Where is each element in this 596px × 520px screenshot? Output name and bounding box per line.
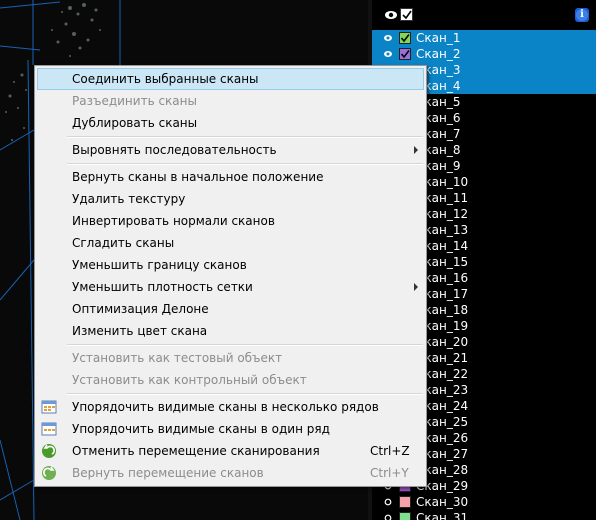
menu-item[interactable]: Уменьшить плотность сетки	[37, 276, 424, 298]
menu-item: Установить как контрольный объект	[37, 369, 424, 391]
select-all-checkbox[interactable]	[400, 8, 413, 21]
menu-item[interactable]: Оптимизация Делоне	[37, 298, 424, 320]
menu-item[interactable]: Вернуть сканы в начальное положение	[37, 166, 424, 188]
menu-item[interactable]: Уменьшить границу сканов	[37, 254, 424, 276]
menu-item[interactable]: Сгладить сканы	[37, 232, 424, 254]
menu-item[interactable]: Отменить перемещение сканирования Ctrl+Z	[37, 440, 424, 462]
scan-label: Скан_31	[416, 511, 469, 520]
scan-color-swatch[interactable]	[399, 496, 411, 508]
scan-label: Скан_30	[416, 495, 469, 509]
menu-item[interactable]: Соединить выбранные сканы	[37, 68, 424, 90]
menu-item: Установить как тестовый объект	[37, 347, 424, 369]
scan-label: Скан_1	[416, 31, 461, 45]
hidden-eye-icon[interactable]	[384, 514, 392, 520]
checkbox-checked-icon	[402, 10, 412, 20]
menu-item-label: Вернуть перемещение сканов	[72, 466, 264, 480]
scan-color-swatch[interactable]	[399, 512, 411, 520]
menu-item-label: Дублировать сканы	[72, 116, 198, 130]
menu-item-label: Уменьшить плотность сетки	[72, 280, 253, 294]
row-arrange-icon	[41, 422, 57, 436]
menu-item[interactable]: Дублировать сканы	[37, 112, 424, 134]
menu-item-label: Вернуть сканы в начальное положение	[72, 170, 324, 184]
menu-item: Вернуть перемещение сканов Ctrl+Y	[37, 462, 424, 484]
menu-item-label: Уменьшить границу сканов	[72, 258, 247, 272]
menu-item[interactable]: Инвертировать нормали сканов	[37, 210, 424, 232]
menu-item-shortcut: Ctrl+Y	[370, 466, 409, 480]
menu-item[interactable]: Выровнять последовательность	[37, 139, 424, 161]
menu-separator	[67, 163, 423, 165]
menu-item-label: Удалить текстуру	[72, 192, 186, 206]
menu-item[interactable]: Удалить текстуру	[37, 188, 424, 210]
menu-separator	[67, 136, 423, 138]
menu-item-label: Выровнять последовательность	[72, 143, 277, 157]
scan-label: Скан_2	[416, 47, 461, 61]
eye-icon[interactable]	[384, 9, 398, 21]
redo-icon	[42, 466, 56, 480]
menu-item-label: Инвертировать нормали сканов	[72, 214, 275, 228]
scan-color-swatch[interactable]	[399, 48, 411, 60]
info-glyph: i	[580, 9, 584, 20]
menu-item[interactable]: Изменить цвет скана	[37, 320, 424, 342]
menu-item-label: Установить как контрольный объект	[72, 373, 307, 387]
menu-item-label: Упорядочить видимые сканы в один ряд	[72, 422, 330, 436]
grid-arrange-icon	[41, 400, 57, 414]
checkbox-checked-icon	[400, 34, 410, 43]
scan-color-swatch[interactable]	[399, 32, 411, 44]
submenu-arrow-icon	[414, 146, 418, 154]
panel-header: i	[372, 0, 596, 28]
info-icon[interactable]: i	[575, 8, 589, 22]
undo-icon	[42, 444, 56, 458]
menu-item: Разъединить сканы	[37, 90, 424, 112]
menu-separator	[67, 393, 423, 395]
scan-row[interactable]: Скан_30	[372, 494, 596, 510]
menu-item-label: Разъединить сканы	[72, 94, 197, 108]
scan-row[interactable]: Скан_31	[372, 510, 596, 520]
menu-item-label: Отменить перемещение сканирования	[72, 444, 320, 458]
checkbox-checked-icon	[400, 50, 410, 59]
eye-icon[interactable]	[384, 50, 392, 58]
hidden-eye-icon[interactable]	[384, 498, 392, 506]
menu-item-label: Оптимизация Делоне	[72, 302, 209, 316]
context-menu: Соединить выбранные сканы Разъединить ска…	[34, 65, 427, 487]
menu-item-label: Изменить цвет скана	[72, 324, 208, 338]
menu-separator	[67, 344, 423, 346]
menu-item-label: Упорядочить видимые сканы в несколько ря…	[72, 400, 379, 414]
scan-row[interactable]: Скан_2	[372, 46, 596, 62]
scan-row[interactable]: Скан_1	[372, 30, 596, 46]
menu-item-label: Установить как тестовый объект	[72, 351, 283, 365]
menu-item-shortcut: Ctrl+Z	[370, 444, 410, 458]
menu-item-label: Соединить выбранные сканы	[72, 72, 259, 86]
menu-item[interactable]: Упорядочить видимые сканы в один ряд	[37, 418, 424, 440]
submenu-arrow-icon	[414, 283, 418, 291]
eye-icon[interactable]	[384, 34, 392, 42]
menu-item-label: Сгладить сканы	[72, 236, 175, 250]
menu-item[interactable]: Упорядочить видимые сканы в несколько ря…	[37, 396, 424, 418]
